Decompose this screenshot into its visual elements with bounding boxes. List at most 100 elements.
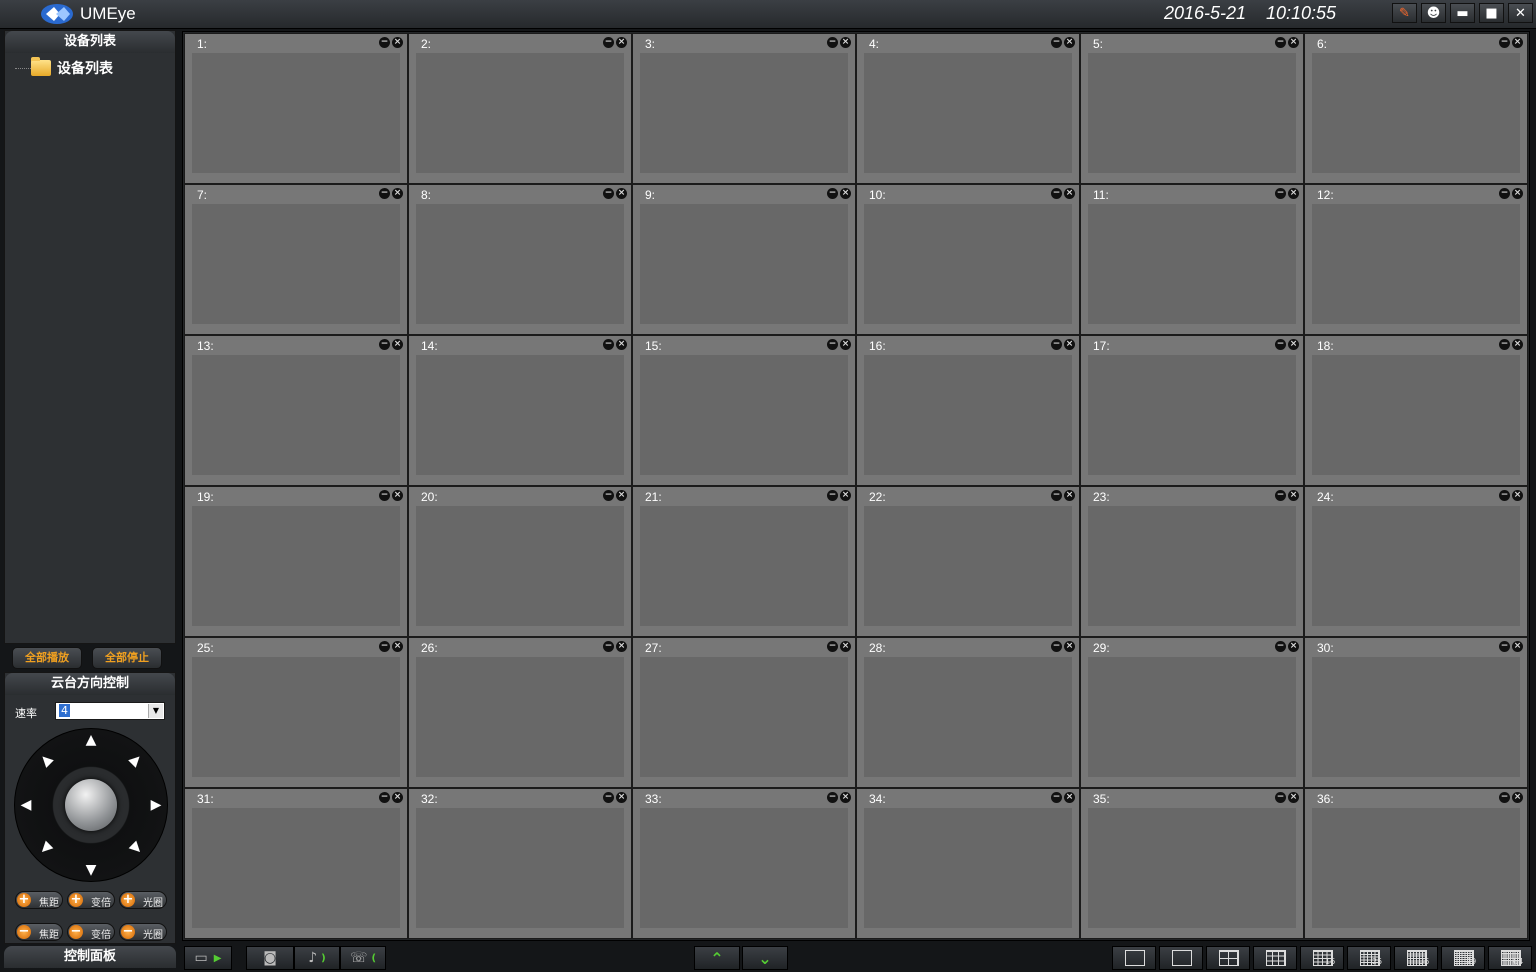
video-channel-cell[interactable]: 16: − × <box>856 335 1080 486</box>
layout-64-button[interactable]: 64 <box>1488 946 1532 970</box>
close-channel-icon[interactable]: × <box>1288 641 1299 652</box>
video-area[interactable] <box>192 657 400 777</box>
minimize-channel-icon[interactable]: − <box>1051 37 1062 48</box>
minimize-channel-icon[interactable]: − <box>379 490 390 501</box>
close-channel-icon[interactable]: × <box>840 490 851 501</box>
speed-select[interactable]: 4 ▼ <box>55 702 165 720</box>
close-channel-icon[interactable]: × <box>1064 490 1075 501</box>
close-channel-icon[interactable]: × <box>840 188 851 199</box>
focus-minus-button[interactable]: − 焦距 <box>15 923 63 941</box>
video-channel-cell[interactable]: 24: − × <box>1304 486 1528 637</box>
video-area[interactable] <box>416 355 624 475</box>
close-channel-icon[interactable]: × <box>1064 792 1075 803</box>
minimize-channel-icon[interactable]: − <box>827 490 838 501</box>
video-area[interactable] <box>1312 355 1520 475</box>
close-channel-icon[interactable]: × <box>616 188 627 199</box>
video-channel-cell[interactable]: 12: − × <box>1304 184 1528 335</box>
video-channel-cell[interactable]: 4: − × <box>856 33 1080 184</box>
iris-minus-button[interactable]: − 光圈 <box>119 923 167 941</box>
maximize-button[interactable]: ■ <box>1479 3 1504 23</box>
close-channel-icon[interactable]: × <box>392 641 403 652</box>
video-channel-cell[interactable]: 29: − × <box>1080 637 1304 788</box>
close-channel-icon[interactable]: × <box>1512 37 1523 48</box>
video-channel-cell[interactable]: 1: − × <box>184 33 408 184</box>
video-channel-cell[interactable]: 7: − × <box>184 184 408 335</box>
minimize-channel-icon[interactable]: − <box>379 792 390 803</box>
video-channel-cell[interactable]: 19: − × <box>184 486 408 637</box>
layout-fullscreen-button[interactable] <box>1112 946 1156 970</box>
video-channel-cell[interactable]: 6: − × <box>1304 33 1528 184</box>
video-area[interactable] <box>192 53 400 173</box>
video-area[interactable] <box>1312 506 1520 626</box>
minimize-channel-icon[interactable]: − <box>379 339 390 350</box>
arrow-down-right-icon[interactable]: ▼ <box>126 838 146 858</box>
minimize-channel-icon[interactable]: − <box>1051 641 1062 652</box>
video-area[interactable] <box>640 506 848 626</box>
minimize-channel-icon[interactable]: − <box>603 188 614 199</box>
video-area[interactable] <box>1088 506 1296 626</box>
minimize-channel-icon[interactable]: − <box>1051 490 1062 501</box>
talk-button[interactable]: ☏( <box>340 946 386 970</box>
minimize-channel-icon[interactable]: − <box>603 641 614 652</box>
close-channel-icon[interactable]: × <box>1288 339 1299 350</box>
video-area[interactable] <box>640 657 848 777</box>
arrow-up-left-icon[interactable]: ▲ <box>36 750 56 770</box>
arrow-left-icon[interactable]: ◀ <box>19 798 33 812</box>
user-button[interactable]: ☻ <box>1421 3 1446 23</box>
close-channel-icon[interactable]: × <box>840 339 851 350</box>
close-channel-icon[interactable]: × <box>616 792 627 803</box>
minimize-channel-icon[interactable]: − <box>603 339 614 350</box>
chevron-down-icon[interactable]: ▼ <box>148 704 163 718</box>
video-area[interactable] <box>416 808 624 928</box>
arrow-down-left-icon[interactable]: ▼ <box>36 838 56 858</box>
ptz-joystick[interactable]: ▲ ▼ ◀ ▶ ▲ ▲ ▼ ▼ <box>14 728 168 882</box>
minimize-channel-icon[interactable]: − <box>827 641 838 652</box>
iris-plus-button[interactable]: + 光圈 <box>119 891 167 909</box>
video-area[interactable] <box>640 204 848 324</box>
layout-25-button[interactable]: 25 <box>1347 946 1391 970</box>
video-area[interactable] <box>192 355 400 475</box>
close-channel-icon[interactable]: × <box>1288 188 1299 199</box>
video-channel-cell[interactable]: 31: − × <box>184 788 408 939</box>
minimize-channel-icon[interactable]: − <box>1499 490 1510 501</box>
close-button[interactable]: ✕ <box>1508 3 1533 23</box>
minimize-channel-icon[interactable]: − <box>1275 490 1286 501</box>
close-channel-icon[interactable]: × <box>392 339 403 350</box>
video-channel-cell[interactable]: 21: − × <box>632 486 856 637</box>
close-channel-icon[interactable]: × <box>1288 490 1299 501</box>
layout-16-button[interactable]: 16 <box>1300 946 1344 970</box>
video-channel-cell[interactable]: 27: − × <box>632 637 856 788</box>
joystick-knob[interactable] <box>65 779 117 831</box>
close-channel-icon[interactable]: × <box>1512 339 1523 350</box>
layout-1-button[interactable] <box>1159 946 1203 970</box>
video-area[interactable] <box>192 808 400 928</box>
minimize-channel-icon[interactable]: − <box>1275 37 1286 48</box>
video-area[interactable] <box>1088 657 1296 777</box>
control-panel-tab[interactable]: 控制面板 <box>4 946 176 968</box>
video-channel-cell[interactable]: 10: − × <box>856 184 1080 335</box>
video-channel-cell[interactable]: 15: − × <box>632 335 856 486</box>
stop-all-button[interactable]: 全部停止 <box>92 647 162 669</box>
minimize-channel-icon[interactable]: − <box>827 339 838 350</box>
minimize-channel-icon[interactable]: − <box>1051 792 1062 803</box>
video-area[interactable] <box>192 204 400 324</box>
minimize-channel-icon[interactable]: − <box>379 641 390 652</box>
video-channel-cell[interactable]: 2: − × <box>408 33 632 184</box>
minimize-channel-icon[interactable]: − <box>379 37 390 48</box>
device-tree-root[interactable]: 设备列表 <box>31 57 113 78</box>
video-area[interactable] <box>864 657 1072 777</box>
close-channel-icon[interactable]: × <box>616 490 627 501</box>
video-area[interactable] <box>1088 53 1296 173</box>
layout-9-button[interactable] <box>1253 946 1297 970</box>
video-channel-cell[interactable]: 18: − × <box>1304 335 1528 486</box>
close-channel-icon[interactable]: × <box>1288 37 1299 48</box>
minimize-channel-icon[interactable]: − <box>603 792 614 803</box>
zoom-minus-button[interactable]: − 变倍 <box>67 923 115 941</box>
minimize-channel-icon[interactable]: − <box>379 188 390 199</box>
video-area[interactable] <box>1088 355 1296 475</box>
zoom-plus-button[interactable]: + 变倍 <box>67 891 115 909</box>
video-channel-cell[interactable]: 25: − × <box>184 637 408 788</box>
video-channel-cell[interactable]: 5: − × <box>1080 33 1304 184</box>
video-area[interactable] <box>864 204 1072 324</box>
close-channel-icon[interactable]: × <box>1064 37 1075 48</box>
